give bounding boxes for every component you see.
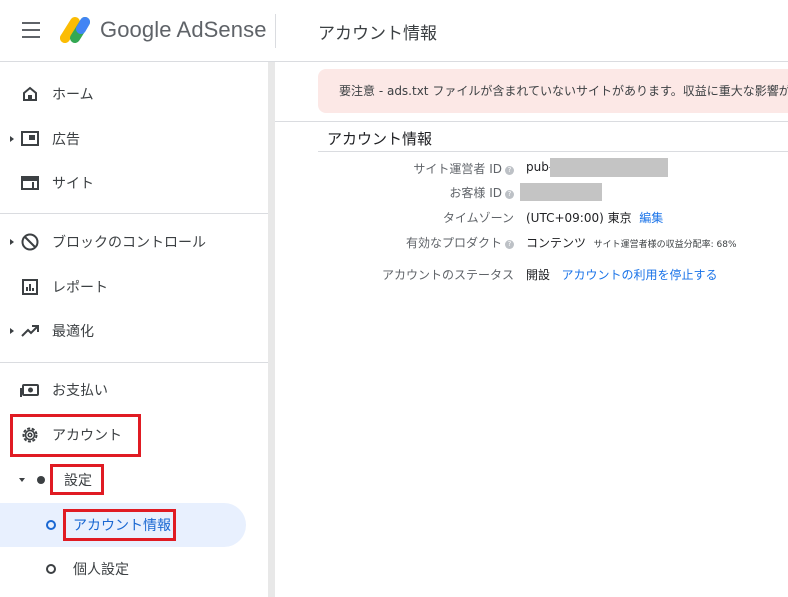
- top-app-bar: Google AdSense アカウント情報: [0, 0, 788, 62]
- sidebar-divider: [0, 213, 268, 214]
- sidebar-item-label: 個人設定: [73, 562, 129, 578]
- bullet-icon: [37, 476, 45, 484]
- help-icon[interactable]: ?: [505, 190, 514, 199]
- revenue-share-note: サイト運営者様の収益分配率: 68%: [593, 240, 737, 250]
- home-icon: [23, 86, 37, 101]
- report-icon: [22, 279, 38, 295]
- sidebar-item-sites[interactable]: サイト: [0, 161, 268, 205]
- ads-txt-alert-banner[interactable]: 要注意 - ads.txt ファイルが含まれていないサイトがあります。収益に重大…: [318, 69, 788, 113]
- content-divider: [275, 121, 788, 122]
- alert-text: 要注意 - ads.txt ファイルが含まれていないサイトがあります。収益に重大…: [339, 84, 788, 98]
- sidebar-item-label: 最適化: [52, 324, 94, 340]
- customer-id-row: お客様 ID?: [318, 182, 788, 204]
- expand-caret-icon[interactable]: [10, 239, 14, 245]
- sidebar-item-label: ブロックのコントロール: [52, 235, 206, 251]
- timezone-edit-link[interactable]: 編集: [639, 211, 663, 225]
- expand-caret-icon[interactable]: [10, 136, 14, 142]
- expand-caret-icon[interactable]: [10, 328, 14, 334]
- payments-icon: [20, 384, 39, 397]
- section-title: アカウント情報: [327, 130, 433, 148]
- redacted-value: [550, 158, 668, 177]
- deactivate-account-link[interactable]: アカウントの利用を停止する: [561, 268, 717, 282]
- field-label: お客様 ID?: [449, 184, 514, 201]
- status-value: 開設 アカウントの利用を停止する: [526, 268, 718, 282]
- help-icon[interactable]: ?: [505, 240, 514, 249]
- sidebar-item-payments[interactable]: お支払い: [0, 368, 268, 412]
- trending-up-icon: [21, 325, 39, 337]
- sidebar-item-label: レポート: [52, 280, 108, 296]
- bullet-icon: [46, 520, 56, 530]
- products-row: 有効なプロダクト? コンテンツ サイト運営者様の収益分配率: 68%: [318, 232, 788, 254]
- highlight-box-settings: [50, 464, 104, 495]
- sites-icon: [21, 176, 39, 190]
- sidebar-item-label: 広告: [52, 132, 80, 148]
- timezone-value: (UTC+09:00) 東京 編集: [526, 211, 664, 225]
- status-row: アカウントのステータス 開設 アカウントの利用を停止する: [318, 264, 788, 286]
- help-icon[interactable]: ?: [505, 166, 514, 175]
- redacted-value: [520, 183, 602, 201]
- field-label: 有効なプロダクト?: [406, 234, 514, 251]
- header-divider: [275, 14, 276, 48]
- sidebar-item-label: ホーム: [52, 87, 94, 103]
- page-title: アカウント情報: [318, 24, 437, 44]
- sidebar-item-ads[interactable]: 広告: [0, 117, 268, 161]
- products-value: コンテンツ サイト運営者様の収益分配率: 68%: [526, 236, 737, 250]
- field-label: サイト運営者 ID?: [413, 160, 514, 177]
- highlight-box-account-info: [63, 509, 176, 541]
- sidebar-item-reports[interactable]: レポート: [0, 265, 268, 309]
- collapse-caret-icon[interactable]: [19, 478, 25, 482]
- field-label: タイムゾーン: [442, 211, 514, 225]
- sidebar-divider: [0, 362, 268, 363]
- sidebar-item-label: お支払い: [52, 383, 108, 399]
- sidebar-item-home[interactable]: ホーム: [0, 72, 268, 116]
- app-name: Google AdSense: [100, 17, 267, 42]
- sidebar-item-personal-settings[interactable]: 個人設定: [0, 547, 268, 591]
- hamburger-menu-icon[interactable]: [22, 22, 40, 38]
- sidebar-scrollbar[interactable]: [268, 62, 275, 597]
- section-divider: [318, 151, 788, 152]
- sidebar-item-label: サイト: [52, 176, 94, 192]
- sidebar-item-optimization[interactable]: 最適化: [0, 309, 268, 353]
- adsense-logo-icon: [60, 17, 90, 43]
- ads-icon: [21, 131, 39, 146]
- block-icon: [21, 233, 39, 251]
- highlight-box-account: [10, 414, 141, 457]
- publisher-id-row: サイト運営者 ID? pub-: [318, 158, 788, 180]
- sidebar-item-settings[interactable]: 設定: [0, 458, 268, 502]
- timezone-row: タイムゾーン (UTC+09:00) 東京 編集: [318, 207, 788, 229]
- sidebar-item-block-controls[interactable]: ブロックのコントロール: [0, 220, 268, 264]
- field-label: アカウントのステータス: [381, 268, 514, 282]
- bullet-icon: [46, 564, 56, 574]
